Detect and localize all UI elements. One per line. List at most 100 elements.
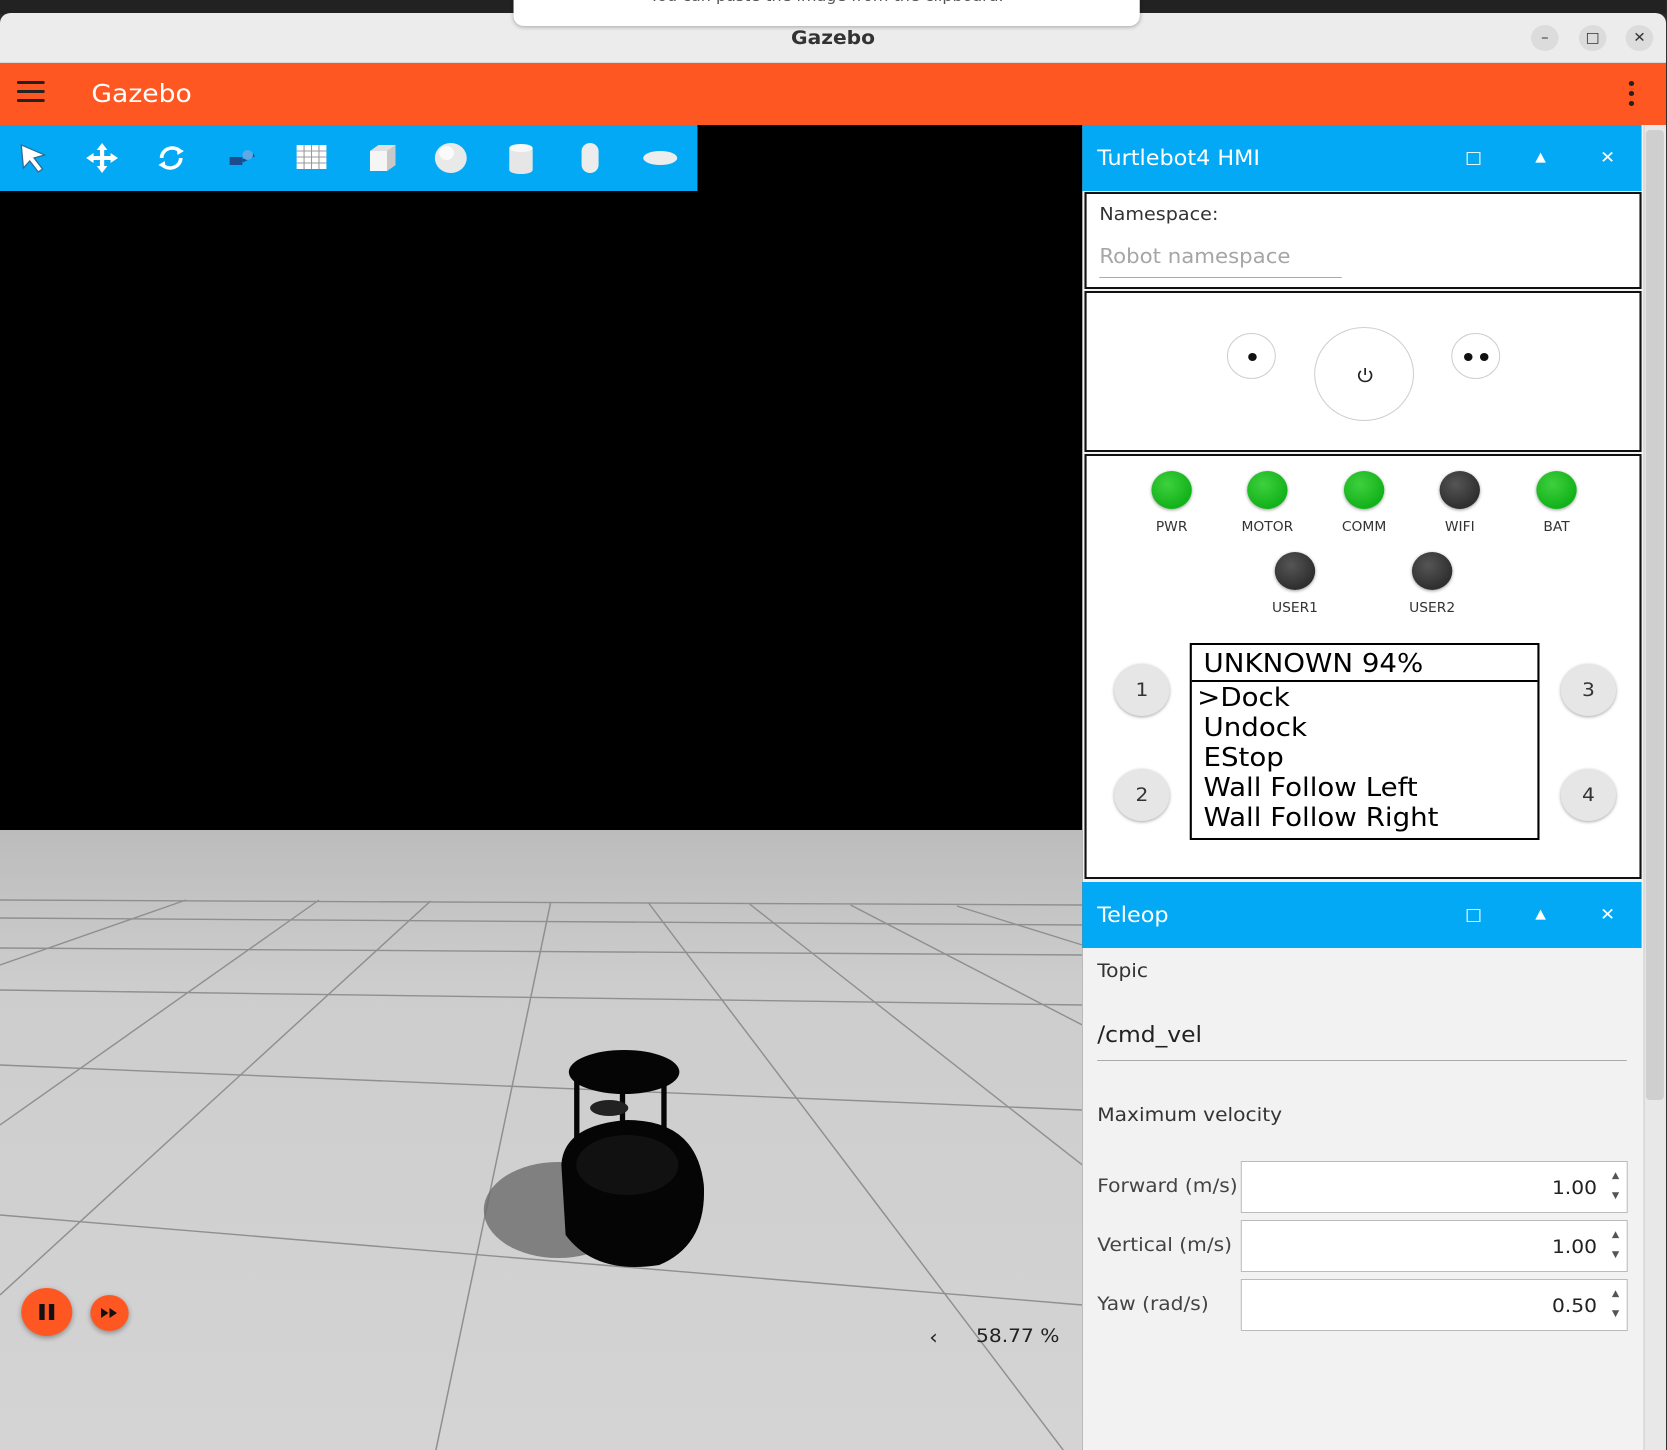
real-time-factor: 58.77 % — [976, 1325, 1060, 1347]
app-bar: Gazebo — [0, 63, 1667, 125]
teleop-panel-header: Teleop □ ▲ ✕ — [1082, 882, 1642, 948]
box-shape-button[interactable] — [359, 137, 404, 179]
forward-velocity-value: 1.00 — [1551, 1177, 1597, 1199]
hmi-button-2[interactable]: 2 — [1114, 769, 1170, 821]
comm-led-label: COMM — [1341, 520, 1387, 535]
cylinder-shape-button[interactable] — [499, 137, 544, 179]
increment-icon[interactable]: ▲ — [1612, 1289, 1619, 1299]
grid-tool-button[interactable] — [289, 137, 334, 179]
forward-velocity-spinbox[interactable]: 1.00 ▲ ▼ — [1240, 1161, 1628, 1213]
hmi-button-1[interactable]: 1 — [1114, 664, 1170, 716]
capsule-shape-button[interactable] — [568, 137, 613, 179]
pause-icon — [39, 1304, 55, 1320]
hamburger-menu-icon[interactable] — [17, 81, 45, 103]
step-forward-button[interactable] — [90, 1295, 129, 1331]
vertical-velocity-spinbox[interactable]: 1.00 ▲ ▼ — [1240, 1220, 1628, 1272]
box-icon — [369, 145, 396, 171]
dot-icon — [1464, 353, 1473, 361]
comm-led — [1343, 471, 1385, 509]
bat-led — [1536, 471, 1577, 509]
maximize-button[interactable]: □ — [1578, 25, 1607, 51]
hmi-close-icon[interactable]: ✕ — [1592, 125, 1624, 191]
select-tool-button[interactable] — [11, 137, 56, 179]
hmi-collapse-icon[interactable]: ▲ — [1525, 125, 1557, 191]
vertical-velocity-value: 1.00 — [1551, 1236, 1597, 1258]
vertical-label: Vertical (m/s) — [1097, 1234, 1233, 1256]
button-double-dot[interactable] — [1451, 333, 1501, 379]
cylinder-icon — [509, 144, 533, 174]
user1-led-label: USER1 — [1271, 601, 1318, 616]
menu-item-wall-follow-left: Wall Follow Left — [1203, 773, 1418, 803]
scene-viewport[interactable]: ‹ 58.77 % — [0, 125, 1083, 1450]
app-title: Gazebo — [91, 79, 192, 108]
wifi-led — [1439, 471, 1480, 509]
rotate-icon — [158, 146, 184, 170]
maximize-icon: □ — [1585, 30, 1600, 46]
hmi-button-3[interactable]: 3 — [1560, 664, 1617, 716]
ellipsoid-icon — [643, 151, 678, 165]
transform-icon — [229, 150, 255, 165]
user2-led — [1411, 552, 1453, 590]
overflow-menu-icon[interactable] — [1625, 79, 1638, 109]
minimize-icon: – — [1541, 30, 1549, 46]
pwr-led — [1151, 471, 1192, 509]
hmi-button-4[interactable]: 4 — [1560, 769, 1617, 821]
ellipsoid-shape-button[interactable] — [638, 137, 683, 179]
teleop-maximize-icon[interactable]: □ — [1458, 882, 1490, 948]
translate-tool-button[interactable] — [80, 137, 125, 179]
decrement-icon[interactable]: ▼ — [1612, 1309, 1619, 1319]
namespace-label: Namespace: — [1099, 204, 1219, 225]
close-window-button[interactable]: ✕ — [1625, 25, 1654, 51]
sphere-icon — [434, 143, 467, 173]
menu-item-wall-follow-right: Wall Follow Right — [1203, 803, 1439, 833]
decrement-icon[interactable]: ▼ — [1612, 1250, 1619, 1260]
capsule-icon — [581, 143, 599, 173]
pwr-led-label: PWR — [1155, 520, 1188, 535]
scrollbar-thumb[interactable] — [1645, 130, 1664, 1100]
yaw-velocity-spinbox[interactable]: 0.50 ▲ ▼ — [1240, 1279, 1628, 1331]
increment-icon[interactable]: ▲ — [1612, 1171, 1619, 1181]
dot-icon — [1479, 353, 1489, 361]
motor-led-label: MOTOR — [1241, 520, 1294, 535]
yaw-velocity-value: 0.50 — [1551, 1295, 1597, 1317]
grid-icon — [296, 145, 327, 169]
robot-buttons-card — [1084, 291, 1642, 452]
topic-input[interactable]: /cmd_vel — [1097, 1023, 1627, 1061]
user2-led-label: USER2 — [1409, 601, 1456, 616]
fast-forward-icon — [101, 1308, 117, 1318]
pause-button[interactable] — [21, 1288, 73, 1336]
namespace-card: Namespace: Robot namespace — [1084, 192, 1642, 289]
motor-led — [1247, 471, 1288, 509]
teleop-collapse-icon[interactable]: ▲ — [1525, 882, 1557, 948]
cursor-arrow-icon — [20, 144, 47, 173]
decrement-icon[interactable]: ▼ — [1612, 1191, 1619, 1201]
menu-item-estop: EStop — [1203, 743, 1284, 773]
namespace-input[interactable]: Robot namespace — [1099, 244, 1342, 278]
button-single-dot[interactable] — [1226, 333, 1276, 379]
yaw-label: Yaw (rad/s) — [1097, 1293, 1209, 1315]
display-header: UNKNOWN 94% — [1191, 645, 1538, 682]
scene-toolbar — [0, 125, 698, 191]
bat-led-label: BAT — [1543, 520, 1570, 535]
sphere-shape-button[interactable] — [428, 137, 473, 179]
hmi-maximize-icon[interactable]: □ — [1458, 125, 1490, 191]
rotate-tool-button[interactable] — [149, 137, 194, 179]
transform-control-button[interactable] — [218, 137, 263, 179]
clipboard-toast: You can paste the image from the clipboa… — [513, 0, 1140, 26]
move-arrows-icon — [86, 143, 119, 173]
power-button[interactable] — [1314, 327, 1415, 421]
power-icon — [1357, 368, 1373, 383]
user1-led — [1274, 552, 1316, 590]
minimize-button[interactable]: – — [1531, 25, 1559, 51]
scene-render — [0, 830, 1083, 1450]
close-icon: ✕ — [1633, 30, 1646, 46]
menu-item-dock: >Dock — [1197, 683, 1290, 713]
hmi-display: UNKNOWN 94% >Dock Undock EStop Wall Foll… — [1189, 643, 1540, 840]
wifi-led-label: WIFI — [1444, 520, 1475, 535]
status-display-card: PWR MOTOR COMM WIFI BAT USER1 USER2 1 2 … — [1084, 454, 1642, 879]
forward-label: Forward (m/s) — [1097, 1175, 1238, 1197]
increment-icon[interactable]: ▲ — [1612, 1230, 1619, 1240]
rtf-collapse-chevron-icon[interactable]: ‹ — [929, 1325, 938, 1349]
teleop-close-icon[interactable]: ✕ — [1592, 882, 1624, 948]
hmi-panel-title: Turtlebot4 HMI — [1097, 146, 1261, 170]
